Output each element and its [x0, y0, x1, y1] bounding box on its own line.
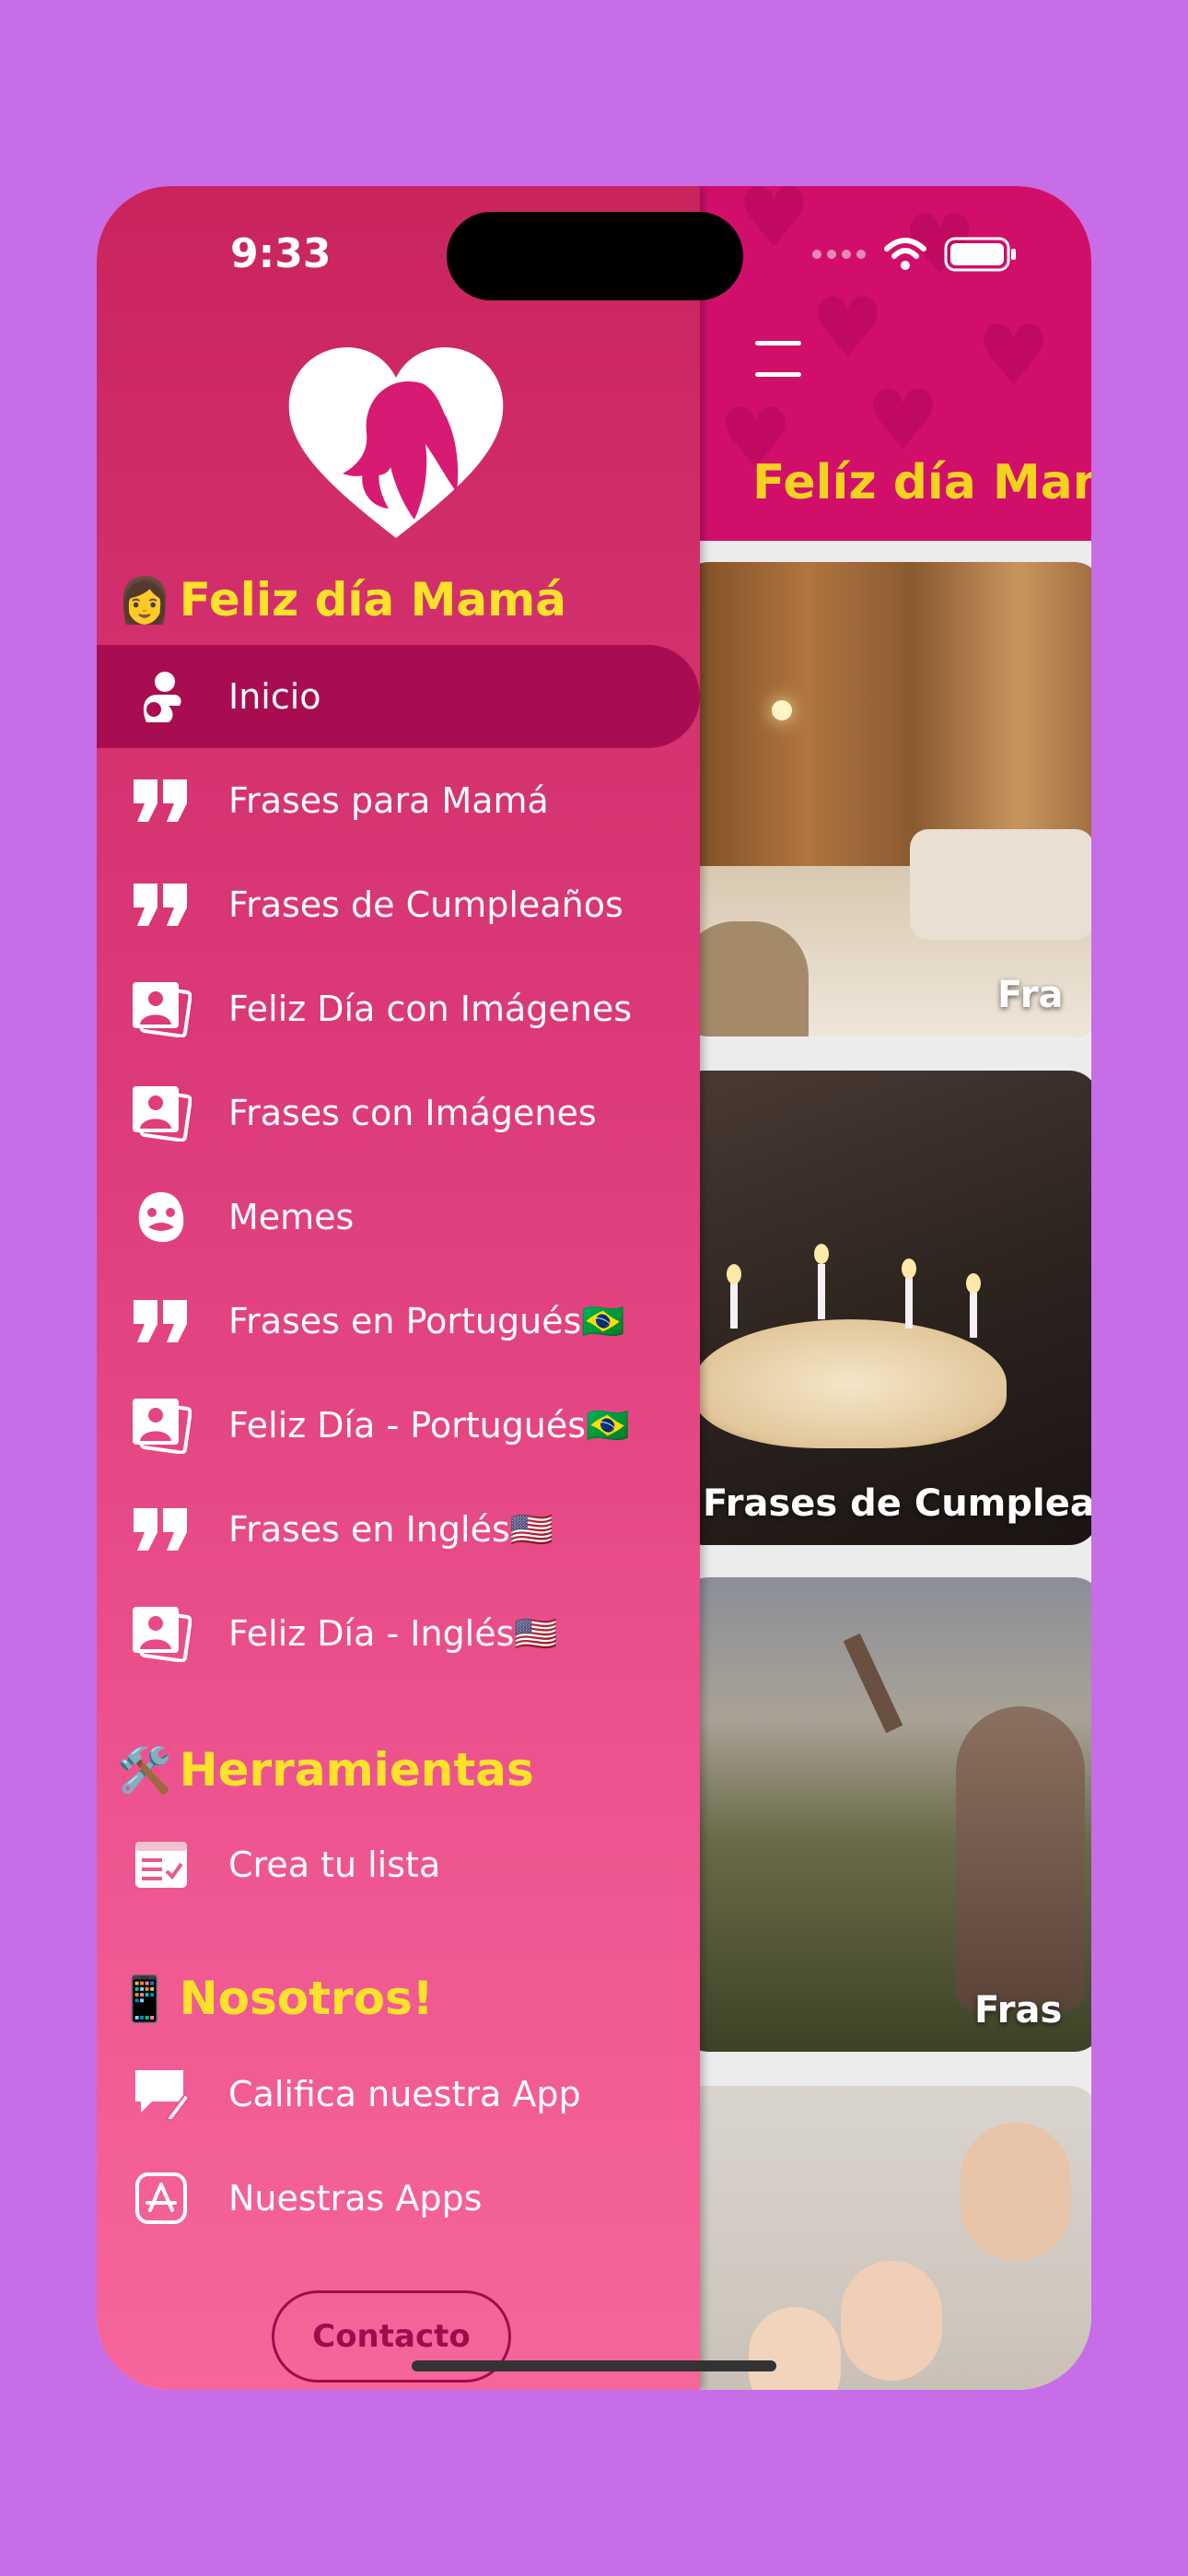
menu-item-label: Feliz Día - Portugués🇧🇷: [228, 1404, 630, 1446]
app-store-icon: [129, 2166, 193, 2231]
category-card[interactable]: [675, 2086, 1091, 2390]
mother-child-icon: [129, 664, 193, 729]
section-title-tools: 🛠️ Herramientas: [117, 1743, 534, 1797]
phone-screen: ♥ ♥ ♥ ♥ ♥ ♥ Felíz día Mam Fra Frases de …: [97, 186, 1091, 2390]
menu-item-feliz-dia-portugues[interactable]: Feliz Día - Portugués🇧🇷: [97, 1374, 700, 1477]
heart-pattern-icon: ♥: [866, 372, 940, 469]
menu-item-label: Frases en Inglés🇺🇸: [228, 1508, 554, 1550]
category-card[interactable]: Frases de Cumplea: [675, 1071, 1091, 1545]
card-label: Frases de Cumplea: [703, 1482, 1091, 1525]
menu-item-califica-app[interactable]: Califica nuestra App: [97, 2043, 700, 2146]
menu-item-frases-cumpleanos[interactable]: Frases de Cumpleaños: [97, 853, 700, 956]
menu-item-label: Feliz Día con Imágenes: [228, 989, 633, 1029]
quote-icon: [129, 1497, 193, 1562]
heart-pattern-icon: ♥: [810, 280, 885, 377]
menu-item-label: Califica nuestra App: [228, 2074, 581, 2114]
menu-item-frases-imagenes[interactable]: Frases con Imágenes: [97, 1061, 700, 1165]
menu-item-label: Nuestras Apps: [228, 2178, 483, 2219]
photos-icon: [129, 977, 193, 1041]
menu-item-label: Memes: [228, 1197, 355, 1237]
woman-emoji-icon: 👩: [117, 575, 172, 626]
battery-icon: [944, 237, 1016, 272]
meme-face-icon: [129, 1185, 193, 1249]
rate-comment-icon: [129, 2062, 193, 2126]
quote-icon: [129, 768, 193, 833]
heart-pattern-icon: ♥: [976, 308, 1051, 404]
main-content: ♥ ♥ ♥ ♥ ♥ ♥ Felíz día Mam Fra Frases de …: [675, 186, 1091, 2390]
menu-item-label: Feliz Día - Inglés🇺🇸: [228, 1612, 558, 1654]
checklist-icon: [129, 1832, 193, 1897]
app-logo: [288, 347, 504, 538]
menu-item-frases-mama[interactable]: Frases para Mamá: [97, 749, 700, 852]
card-label: Fras: [974, 1989, 1063, 2032]
main-header: ♥ ♥ ♥ ♥ ♥ ♥ Felíz día Mam: [700, 186, 1091, 541]
card-label: Fra: [997, 974, 1064, 1016]
menu-item-frases-portugues[interactable]: Frases en Portugués🇧🇷: [97, 1270, 700, 1373]
menu-item-label: Frases para Mamá: [228, 780, 549, 821]
section-title-about: 📱 Nosotros!: [117, 1972, 434, 2025]
photos-icon: [129, 1393, 193, 1458]
menu-item-label: Frases en Portugués🇧🇷: [228, 1300, 625, 1341]
menu-item-label: Frases con Imágenes: [228, 1093, 597, 1133]
main-title: Felíz día Mam: [752, 455, 1091, 510]
menu-item-label: Frases de Cumpleaños: [228, 884, 623, 925]
photos-icon: [129, 1601, 193, 1666]
menu-item-nuestras-apps[interactable]: Nuestras Apps: [97, 2147, 700, 2250]
category-card[interactable]: Fras: [680, 1577, 1091, 2052]
dynamic-island: [447, 212, 743, 300]
menu-item-memes[interactable]: Memes: [97, 1165, 700, 1269]
category-card[interactable]: Fra: [680, 562, 1091, 1036]
signal-dots-icon: [812, 250, 866, 259]
section-title-app: 👩 Feliz día Mamá: [117, 573, 567, 626]
menu-item-feliz-dia-imagenes[interactable]: Feliz Día con Imágenes: [97, 957, 700, 1060]
menu-item-feliz-dia-ingles[interactable]: Feliz Día - Inglés🇺🇸: [97, 1582, 700, 1685]
quote-icon: [129, 872, 193, 937]
home-indicator[interactable]: [412, 2360, 776, 2371]
menu-item-crea-lista[interactable]: Crea tu lista: [97, 1813, 700, 1916]
navigation-drawer: 9:33 👩 Feliz día Mamá Inicio Frases para…: [97, 186, 700, 2390]
menu-item-label: Crea tu lista: [228, 1844, 441, 1885]
status-time: 9:33: [230, 230, 332, 277]
phone-emoji-icon: 📱: [117, 1973, 172, 2025]
menu-item-frases-ingles[interactable]: Frases en Inglés🇺🇸: [97, 1478, 700, 1581]
menu-item-label: Inicio: [228, 676, 321, 717]
heart-pattern-icon: ♥: [737, 186, 811, 266]
menu-hamburger-button[interactable]: [755, 341, 801, 378]
tools-emoji-icon: 🛠️: [117, 1745, 172, 1797]
quote-icon: [129, 1289, 193, 1353]
menu-item-inicio[interactable]: Inicio: [97, 645, 700, 748]
photos-icon: [129, 1081, 193, 1145]
wifi-icon: [884, 238, 926, 270]
status-icons: [811, 236, 1018, 273]
